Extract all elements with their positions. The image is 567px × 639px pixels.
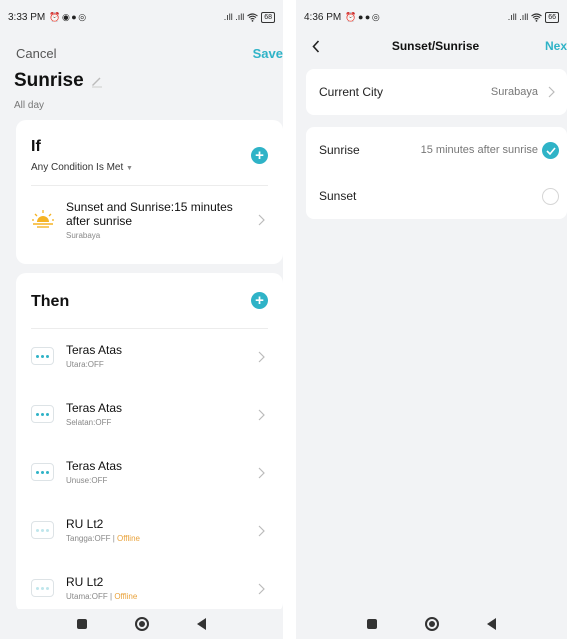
page-title: Sunset/Sunrise — [391, 39, 480, 53]
then-card: Then + Teras Atas Utara:OFF Teras Atas S… — [16, 273, 283, 613]
condition-city: Surabaya — [66, 231, 101, 240]
option-label: Sunset — [319, 189, 357, 203]
option-sunrise[interactable]: Sunrise 15 minutes after sunrise — [306, 127, 567, 173]
condition-row[interactable]: Sunset and Sunrise:15 minutes after sunr… — [16, 192, 283, 250]
back-button[interactable] — [197, 618, 206, 630]
chevron-right-icon — [258, 583, 265, 595]
checkmark-icon — [542, 142, 559, 159]
save-button[interactable]: Save — [253, 46, 283, 61]
action-device-state: Tangga:OFF | Offline — [66, 534, 140, 543]
condition-mode: Any Condition Is Met — [31, 162, 124, 173]
add-condition-button[interactable]: + — [251, 147, 268, 164]
device-icon — [31, 347, 54, 365]
home-button[interactable] — [425, 617, 439, 631]
next-button[interactable]: Nex — [545, 39, 567, 53]
chevron-right-icon — [258, 214, 265, 226]
notification-icons: ⏰ ◉ ● ◎ — [49, 11, 86, 22]
option-label: Sunrise — [319, 143, 360, 157]
status-bar: 4:36 PM ⏰ ● ● ◎ .ıll .ıll 66 — [296, 0, 567, 34]
offline-badge: Offline — [114, 592, 138, 601]
screenshot-gap — [283, 0, 296, 639]
radio-icon — [542, 188, 559, 205]
recents-button[interactable] — [77, 619, 87, 629]
action-row[interactable]: Teras Atas Unuse:OFF — [16, 446, 283, 500]
action-device-state: Utara:OFF — [66, 360, 104, 369]
condition-title: Sunset and Sunrise:15 minutes after sunr… — [66, 200, 233, 228]
if-heading: If — [31, 138, 41, 155]
action-device-name: Teras Atas — [66, 343, 123, 357]
wifi-icon — [531, 12, 543, 22]
signal-icon: .ıll .ıll — [507, 12, 529, 22]
if-card: If Any Condition Is Met ▼ + Sunset and S… — [16, 120, 283, 264]
condition-selector[interactable]: Any Condition Is Met ▼ — [31, 162, 133, 173]
offline-badge: Offline — [117, 534, 140, 543]
automation-edit-screen: 3:33 PM ⏰ ◉ ● ◎ .ıll .ıll 68 Cancel Save… — [0, 0, 283, 639]
system-nav-bar — [0, 609, 283, 639]
action-device-name: RU Lt2 — [66, 575, 104, 589]
device-icon — [31, 405, 54, 423]
add-action-button[interactable]: + — [251, 292, 268, 309]
edit-icon[interactable] — [90, 74, 104, 88]
then-heading: Then — [31, 293, 70, 310]
page-header: Sunset/Sunrise Nex — [296, 38, 567, 56]
chevron-right-icon — [258, 525, 265, 537]
option-sunset[interactable]: Sunset — [306, 173, 567, 219]
action-device-state: Utama:OFF | Offline — [66, 592, 138, 601]
back-button[interactable] — [487, 618, 496, 630]
current-city-label: Current City — [319, 85, 384, 99]
scene-schedule: All day — [14, 100, 45, 111]
sunrise-icon — [32, 210, 54, 228]
sunset-sunrise-screen: 4:36 PM ⏰ ● ● ◎ .ıll .ıll 66 Sunset/Sunr… — [296, 0, 567, 639]
action-device-name: RU Lt2 — [66, 517, 104, 531]
battery-icon: 66 — [545, 11, 559, 23]
chevron-right-icon — [548, 86, 555, 98]
battery-icon: 68 — [261, 11, 275, 23]
divider — [31, 328, 268, 329]
chevron-right-icon — [258, 409, 265, 421]
action-device-state: Selatan:OFF — [66, 418, 112, 427]
action-row[interactable]: Teras Atas Utara:OFF — [16, 330, 283, 384]
status-time: 3:33 PM — [8, 11, 46, 23]
action-row[interactable]: RU Lt2 Utama:OFF | Offline — [16, 562, 283, 616]
chevron-right-icon — [258, 467, 265, 479]
action-device-state: Unuse:OFF — [66, 476, 108, 485]
action-device-name: Teras Atas — [66, 401, 123, 415]
signal-icon: .ıll .ıll — [223, 12, 245, 22]
option-offset: 15 minutes after sunrise — [420, 144, 538, 156]
action-row[interactable]: RU Lt2 Tangga:OFF | Offline — [16, 504, 283, 558]
notification-icons: ⏰ ● ● ◎ — [345, 11, 380, 22]
current-city-row[interactable]: Current City Surabaya — [306, 69, 567, 115]
top-nav: Cancel Save — [16, 44, 283, 62]
divider — [31, 185, 268, 186]
device-icon — [31, 463, 54, 481]
device-icon — [31, 521, 54, 539]
system-nav-bar — [296, 609, 567, 639]
cancel-button[interactable]: Cancel — [16, 46, 56, 61]
device-icon — [31, 579, 54, 597]
wifi-icon — [247, 12, 259, 22]
scene-title: Sunrise — [14, 70, 84, 91]
current-city-value: Surabaya — [490, 86, 538, 98]
sun-options-card: Sunrise 15 minutes after sunrise Sunset — [306, 127, 567, 219]
scene-title-row: Sunrise — [14, 70, 104, 92]
chevron-right-icon — [258, 351, 265, 363]
status-bar: 3:33 PM ⏰ ◉ ● ◎ .ıll .ıll 68 — [0, 0, 283, 34]
home-button[interactable] — [135, 617, 149, 631]
recents-button[interactable] — [367, 619, 377, 629]
status-time: 4:36 PM — [304, 11, 342, 23]
action-row[interactable]: Teras Atas Selatan:OFF — [16, 388, 283, 442]
dropdown-icon: ▼ — [126, 165, 133, 172]
action-device-name: Teras Atas — [66, 459, 123, 473]
